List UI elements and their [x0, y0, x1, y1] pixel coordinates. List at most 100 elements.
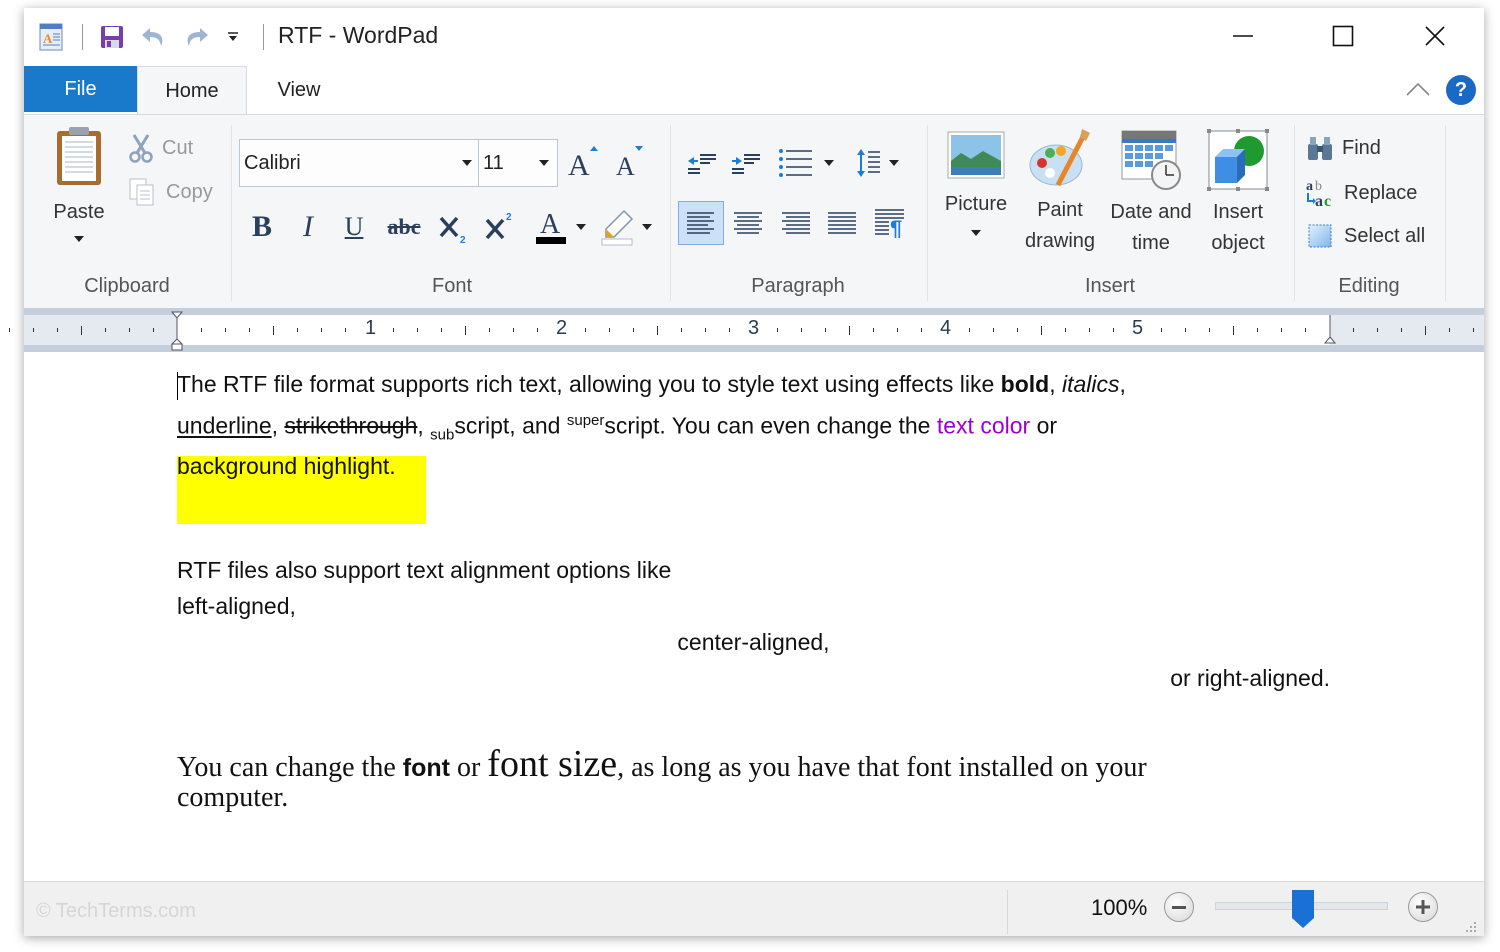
undo-icon[interactable] [139, 22, 169, 52]
svg-text:A: A [540, 209, 561, 240]
group-label-insert: Insert [1084, 275, 1136, 297]
zoom-slider-thumb[interactable] [1291, 890, 1314, 928]
ruler-tick [1089, 328, 1090, 332]
cut-button[interactable]: Cut [128, 133, 193, 163]
text-run: or [1030, 412, 1058, 439]
insert-object-icon [1207, 129, 1269, 191]
wordpad-icon[interactable]: A [36, 22, 66, 52]
paste-button[interactable]: Paste [44, 125, 114, 261]
bold-text: bold [1000, 371, 1050, 397]
line-spacing-button[interactable] [850, 145, 906, 181]
tab-view[interactable]: View [249, 66, 349, 114]
insert-object-label-1: Insert [1212, 201, 1264, 223]
insert-object-button[interactable]: Insert object [1198, 129, 1278, 269]
italic-button[interactable]: I [292, 207, 324, 247]
document-area[interactable]: The RTF file format supports rich text, … [24, 352, 1484, 881]
save-icon[interactable] [97, 22, 127, 52]
superscript-button[interactable]: 2 [480, 207, 520, 247]
shrink-font-button[interactable]: A [612, 143, 648, 179]
plus-icon [1416, 900, 1430, 914]
copy-label: Copy [166, 180, 213, 203]
zoom-level: 100% [1091, 895, 1148, 920]
chevron-down-icon [971, 230, 981, 236]
grow-font-button[interactable]: A [566, 143, 602, 179]
highlight-color-button[interactable] [596, 205, 656, 249]
superscript-text: super [566, 412, 605, 429]
ruler-tick [777, 328, 778, 332]
minimize-button[interactable] [1220, 16, 1266, 56]
paragraph-2-line-1: RTF files also support text alignment op… [177, 557, 672, 583]
copy-icon [129, 178, 154, 206]
help-button[interactable]: ? [1446, 75, 1476, 105]
svg-text:A: A [43, 31, 53, 46]
ruler-tick [1449, 328, 1450, 332]
paragraph-1-line-3: background highlight. [177, 453, 396, 480]
zoom-out-button[interactable] [1164, 892, 1194, 922]
customize-quick-access-icon[interactable] [223, 22, 243, 52]
text-run: , as long as you have that font installe… [617, 752, 1147, 783]
text-color-button[interactable]: A [530, 205, 590, 249]
chevron-down-icon [74, 236, 84, 242]
indent-marker[interactable] [171, 311, 183, 351]
find-button[interactable]: Find [1306, 133, 1381, 163]
bold-button[interactable]: B [246, 207, 278, 247]
align-left-button[interactable] [678, 201, 724, 245]
redo-icon[interactable] [181, 22, 211, 52]
ruler-tick [849, 325, 850, 335]
zoom-in-button[interactable] [1408, 892, 1438, 922]
close-button[interactable] [1412, 16, 1458, 56]
ruler-tick [153, 328, 154, 332]
right-indent-marker[interactable] [1324, 315, 1336, 347]
ruler[interactable]: 1 2 3 4 5 [9, 308, 1484, 352]
resize-grip-icon[interactable] [1464, 920, 1478, 934]
paint-drawing-label-2: drawing [1024, 230, 1096, 252]
ruler-tick [249, 328, 250, 332]
copy-button[interactable]: Copy [128, 177, 213, 207]
tab-home[interactable]: Home [137, 66, 247, 115]
ruler-tick [1401, 328, 1402, 332]
binoculars-icon [1308, 137, 1332, 160]
toolbar-separator [82, 24, 83, 50]
maximize-button[interactable] [1320, 16, 1366, 56]
strikethrough-button[interactable]: abc [384, 207, 424, 247]
ruler-tick [993, 328, 994, 332]
ruler-tick [1425, 325, 1426, 335]
collapse-ribbon-button[interactable] [1404, 76, 1432, 104]
paragraph-1-line-1: The RTF file format supports rich text, … [177, 371, 1126, 398]
ruler-tick [201, 328, 202, 332]
font-family-select[interactable]: Calibri [239, 139, 479, 187]
align-right-button[interactable] [776, 201, 816, 245]
ruler-tick [1233, 325, 1234, 335]
bullets-button[interactable] [774, 145, 838, 181]
replace-button[interactable]: abac Replace [1306, 177, 1417, 209]
chevron-down-icon [889, 160, 899, 166]
ruler-tick [609, 328, 610, 332]
font-size-select[interactable]: 11 [478, 139, 558, 187]
ruler-tick [81, 325, 82, 335]
subscript-button[interactable]: 2 [434, 207, 474, 247]
increase-indent-icon [732, 154, 760, 174]
align-center-button[interactable] [728, 201, 768, 245]
zoom-slider[interactable] [1215, 890, 1388, 928]
date-and-time-button[interactable]: Date and time [1104, 129, 1198, 269]
paragraph-icon: ¶ [875, 209, 904, 238]
svg-text:c: c [1324, 193, 1331, 209]
group-label-paragraph: Paragraph [751, 275, 845, 297]
text-run: , [417, 412, 431, 439]
subscript-text: sub [430, 426, 455, 444]
select-all-button[interactable]: Select all [1306, 221, 1425, 251]
justify-button[interactable] [822, 201, 862, 245]
find-label: Find [1342, 136, 1381, 159]
paragraph-settings-button[interactable]: ¶ [870, 201, 910, 245]
highlighted-text: background highlight [177, 453, 390, 479]
underline-button[interactable]: U [338, 207, 370, 247]
picture-button[interactable]: Picture [936, 131, 1016, 261]
ruler-tick [345, 328, 346, 332]
decrease-indent-icon [688, 154, 716, 174]
decrease-indent-button[interactable] [684, 147, 720, 179]
paint-drawing-button[interactable]: Paint drawing [1016, 127, 1104, 267]
tab-file[interactable]: File [24, 66, 137, 112]
increase-indent-button[interactable] [728, 147, 764, 179]
different-font-text: font [402, 754, 450, 782]
ruler-tick [1017, 328, 1018, 332]
